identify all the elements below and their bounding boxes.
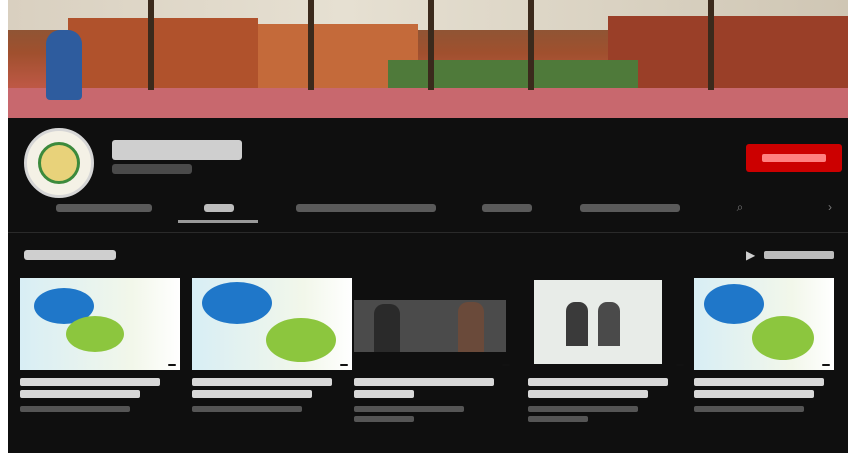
video-thumbnail[interactable]	[694, 278, 834, 370]
play-all-label	[764, 251, 834, 259]
play-all-icon: ▶	[746, 248, 756, 262]
video-card[interactable]	[192, 278, 352, 412]
tab-videos[interactable]	[204, 204, 234, 212]
banner-person	[46, 30, 82, 100]
video-title[interactable]	[528, 378, 668, 386]
channel-name	[112, 140, 242, 160]
video-title[interactable]	[192, 378, 332, 386]
video-thumbnail[interactable]	[354, 278, 514, 370]
tab-home[interactable]	[56, 204, 152, 212]
video-card[interactable]	[354, 278, 514, 422]
tab-about[interactable]	[580, 204, 680, 212]
video-duration	[822, 364, 830, 366]
video-title[interactable]	[354, 378, 494, 386]
video-thumbnail[interactable]	[192, 278, 352, 370]
channel-avatar[interactable]	[24, 128, 94, 198]
video-title[interactable]	[20, 378, 160, 386]
video-card[interactable]	[694, 278, 848, 412]
video-duration	[168, 364, 176, 366]
active-tab-indicator	[178, 220, 258, 223]
search-icon[interactable]: ⌕	[734, 200, 746, 214]
video-meta	[694, 406, 804, 412]
channel-page: ⌕ › ▶	[8, 0, 848, 453]
subscribe-label	[762, 154, 826, 162]
subscribe-button[interactable]	[746, 144, 842, 172]
channel-banner	[8, 0, 848, 118]
video-duration	[502, 364, 510, 366]
channel-tabs: ⌕ ›	[8, 196, 848, 226]
play-all-button[interactable]: ▶	[746, 246, 846, 264]
video-card[interactable]	[20, 278, 180, 412]
school-seal-icon	[38, 142, 80, 184]
video-meta	[192, 406, 302, 412]
video-meta	[354, 406, 464, 412]
section-title	[24, 250, 116, 260]
video-duration	[676, 364, 684, 366]
subscriber-count	[112, 164, 192, 174]
video-meta	[528, 406, 638, 412]
video-thumbnail[interactable]	[528, 278, 688, 370]
video-card[interactable]	[528, 278, 688, 422]
video-title[interactable]	[694, 378, 824, 386]
video-thumbnail[interactable]	[20, 278, 180, 370]
video-meta	[20, 406, 130, 412]
chevron-right-icon[interactable]: ›	[824, 200, 836, 214]
tab-playlists[interactable]	[296, 204, 436, 212]
tab-channels[interactable]	[482, 204, 532, 212]
tabs-divider	[8, 232, 848, 233]
video-duration	[340, 364, 348, 366]
